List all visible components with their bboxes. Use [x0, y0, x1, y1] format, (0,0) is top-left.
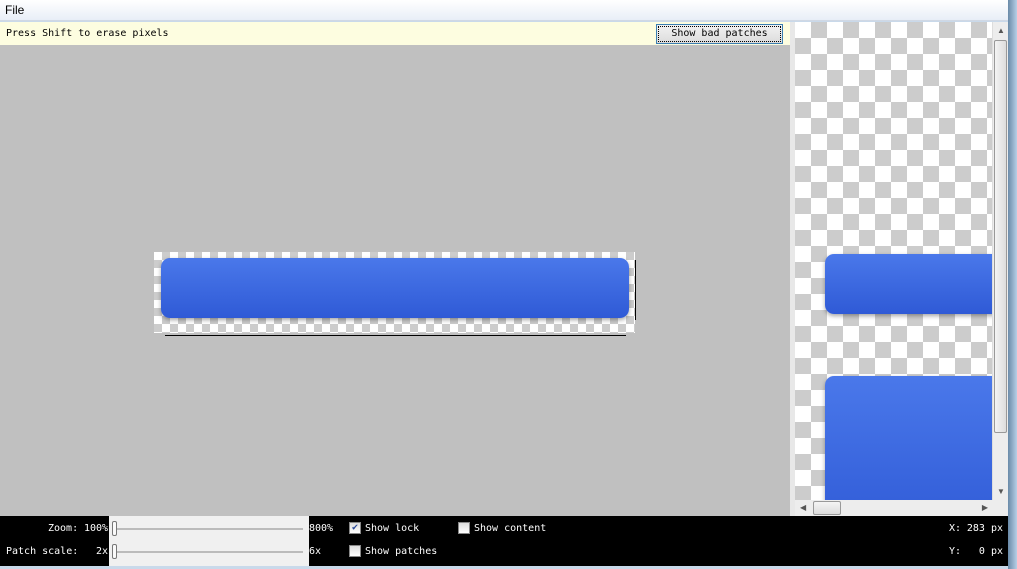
- show-patches-checkbox[interactable]: [349, 545, 361, 557]
- x-coordinate: 283 px: [966, 523, 1003, 534]
- slider-area: [109, 516, 309, 566]
- patch-min: 2x: [96, 546, 109, 557]
- patch-scale-slider[interactable]: [113, 551, 303, 553]
- window-frame: [1008, 0, 1017, 569]
- menu-bar: File: [0, 0, 1008, 21]
- zoom-label: Zoom:: [48, 523, 79, 534]
- zoom-slider[interactable]: [113, 528, 303, 530]
- show-lock-checkbox[interactable]: ✔: [349, 522, 361, 534]
- scroll-up-icon[interactable]: ▲: [997, 26, 1005, 35]
- show-content-label[interactable]: Show content: [474, 523, 546, 534]
- patch-scale-slider-handle[interactable]: [112, 544, 117, 559]
- hint-text: Press Shift to erase pixels: [6, 28, 169, 39]
- status-panel: Zoom: 100% Patch scale: 2x 800% 6x ✔ Sho…: [0, 516, 1008, 566]
- scroll-left-icon[interactable]: ◀: [800, 503, 806, 512]
- preview-horizontal-scrollbar[interactable]: ◀ ▶: [795, 500, 992, 516]
- nine-patch-image[interactable]: [154, 252, 636, 336]
- blue-button-graphic: [161, 258, 629, 318]
- x-label: X:: [949, 523, 962, 534]
- preview-vertical-stretch: [825, 376, 992, 500]
- scroll-right-icon[interactable]: ▶: [982, 503, 988, 512]
- patch-max: 6x: [309, 546, 322, 557]
- preview-horizontal-stretch: [825, 254, 992, 314]
- scroll-corner: [992, 500, 1008, 516]
- show-patches-label[interactable]: Show patches: [365, 546, 437, 557]
- show-lock-label[interactable]: Show lock: [365, 523, 419, 534]
- patch-marker-right: [635, 260, 636, 320]
- stretch-preview: [795, 22, 992, 500]
- scroll-down-icon[interactable]: ▼: [997, 487, 1005, 496]
- patch-editor-canvas[interactable]: Press Shift to erase pixels Show bad pat…: [0, 22, 790, 516]
- zoom-min: 100%: [84, 523, 109, 534]
- horizontal-scroll-thumb[interactable]: [813, 501, 841, 515]
- y-label: Y:: [949, 546, 962, 557]
- y-coordinate: 0 px: [978, 546, 1003, 557]
- menu-file[interactable]: File: [5, 3, 24, 17]
- vertical-scroll-thumb[interactable]: [994, 40, 1007, 433]
- zoom-max: 800%: [309, 523, 334, 534]
- info-bar: Press Shift to erase pixels Show bad pat…: [0, 22, 790, 45]
- show-bad-patches-button[interactable]: Show bad patches: [656, 24, 783, 44]
- patch-marker-bottom: [165, 335, 626, 336]
- patch-scale-label: Patch scale:: [6, 546, 79, 557]
- preview-vertical-scrollbar[interactable]: ▲ ▼: [992, 22, 1008, 500]
- zoom-slider-handle[interactable]: [112, 521, 117, 536]
- show-content-checkbox[interactable]: [458, 522, 470, 534]
